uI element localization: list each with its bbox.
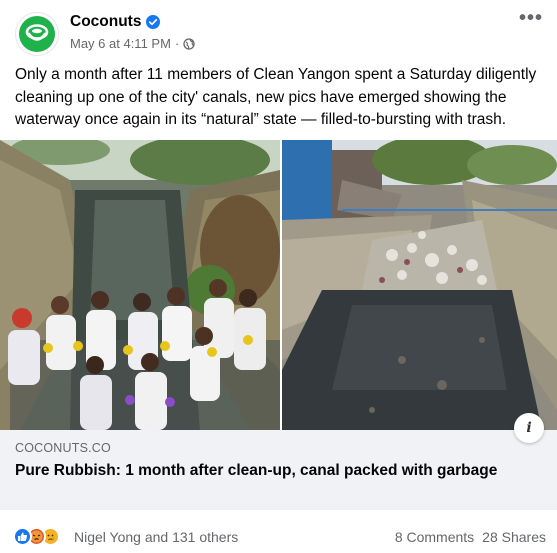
post-timestamp[interactable]: May 6 at 4:11 PM bbox=[70, 36, 171, 51]
photo-volunteers[interactable] bbox=[0, 140, 280, 430]
reaction-names[interactable]: Nigel Yong and 131 others bbox=[74, 529, 238, 545]
link-title[interactable]: Pure Rubbish: 1 month after clean-up, ca… bbox=[15, 460, 515, 482]
post-footer: Nigel Yong and 131 others 8 Comments 28 … bbox=[0, 524, 557, 553]
meta-separator: · bbox=[174, 36, 180, 51]
globe-icon[interactable] bbox=[183, 37, 195, 50]
verified-badge-icon bbox=[146, 15, 161, 29]
reaction-icons[interactable] bbox=[13, 527, 60, 546]
link-preview[interactable]: i COCONUTS.CO Pure Rubbish: 1 month afte… bbox=[0, 413, 557, 510]
facebook-post: Coconuts May 6 at 4:11 PM · ••• Only a m… bbox=[0, 0, 557, 553]
comments-count[interactable]: 8 Comments bbox=[395, 529, 474, 545]
info-icon[interactable]: i bbox=[514, 413, 544, 443]
engagement-counts: 8 Comments 28 Shares bbox=[395, 529, 546, 545]
page-name-row: Coconuts bbox=[70, 13, 161, 31]
like-icon bbox=[13, 527, 32, 546]
page-name[interactable]: Coconuts bbox=[70, 13, 141, 31]
link-domain: COCONUTS.CO bbox=[15, 441, 111, 455]
post-text: Only a month after 11 members of Clean Y… bbox=[15, 66, 537, 128]
post-meta: May 6 at 4:11 PM · bbox=[70, 36, 195, 51]
photo-trash-canal[interactable] bbox=[282, 140, 557, 430]
page-avatar[interactable] bbox=[15, 12, 59, 56]
coconuts-logo-icon bbox=[19, 16, 55, 52]
post-menu-button[interactable]: ••• bbox=[519, 8, 543, 28]
shares-count[interactable]: 28 Shares bbox=[482, 529, 546, 545]
